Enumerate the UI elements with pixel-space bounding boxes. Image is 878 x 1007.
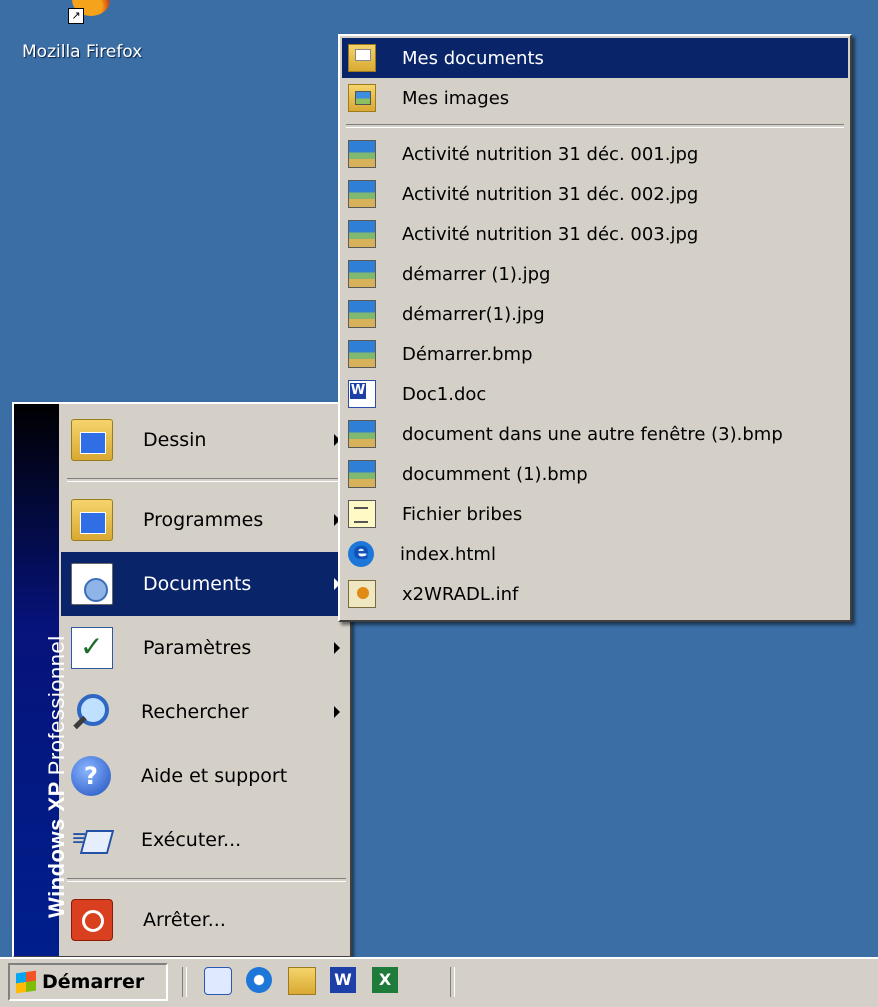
excel-icon[interactable]: X xyxy=(372,967,398,993)
menu-item-label: Rechercher xyxy=(141,701,249,723)
submenu-item-label: Doc1.doc xyxy=(402,383,487,405)
menu-item-label: Dessin xyxy=(143,429,207,451)
recent-document-item[interactable]: index.html xyxy=(342,534,848,574)
image-file-icon xyxy=(348,180,376,208)
recent-document-item[interactable]: démarrer(1).jpg xyxy=(342,294,848,334)
my-documents-icon xyxy=(348,44,376,72)
start-item-parametres[interactable]: Paramètres xyxy=(61,616,350,680)
desktop-icon-firefox[interactable]: ↗ Mozilla Firefox xyxy=(10,0,160,80)
image-file-icon xyxy=(348,300,376,328)
drawing-folder-icon xyxy=(71,419,113,461)
start-button-label: Démarrer xyxy=(42,971,145,993)
start-item-dessin[interactable]: Dessin xyxy=(61,408,350,472)
start-button[interactable]: Démarrer xyxy=(8,963,168,1001)
recent-document-item[interactable]: Démarrer.bmp xyxy=(342,334,848,374)
documents-submenu: Mes documents Mes images Activité nutrit… xyxy=(338,34,852,622)
toolbar-grip[interactable] xyxy=(182,967,187,997)
image-file-icon xyxy=(348,420,376,448)
windows-flag-icon xyxy=(16,970,36,994)
submenu-item-label: index.html xyxy=(400,543,496,565)
programs-folder-icon xyxy=(71,499,113,541)
menu-item-label: Aide et support xyxy=(141,765,288,787)
menu-separator xyxy=(346,124,844,128)
recent-document-item[interactable]: Activité nutrition 31 déc. 001.jpg xyxy=(342,134,848,174)
start-item-rechercher[interactable]: Rechercher xyxy=(61,680,350,744)
documents-icon xyxy=(71,563,113,605)
submenu-item-label: Activité nutrition 31 déc. 001.jpg xyxy=(402,143,699,165)
recent-document-item[interactable]: Activité nutrition 31 déc. 003.jpg xyxy=(342,214,848,254)
scrap-file-icon xyxy=(348,500,376,528)
recent-document-item[interactable]: démarrer (1).jpg xyxy=(342,254,848,294)
explorer-folder-icon[interactable] xyxy=(288,967,316,995)
image-file-icon xyxy=(348,460,376,488)
chevron-right-icon xyxy=(334,642,340,654)
recent-document-item[interactable]: Doc1.doc xyxy=(342,374,848,414)
submenu-item-label: Activité nutrition 31 déc. 002.jpg xyxy=(402,183,699,205)
search-icon xyxy=(71,692,111,732)
desktop-icon-label: Mozilla Firefox xyxy=(22,42,143,62)
submenu-item-label: document dans une autre fenêtre (3).bmp xyxy=(402,423,783,445)
toolbar-grip[interactable] xyxy=(450,967,455,997)
image-file-icon xyxy=(348,260,376,288)
recent-document-item[interactable]: x2WRADL.inf xyxy=(342,574,848,614)
chevron-right-icon xyxy=(334,706,340,718)
recent-document-item[interactable]: document dans une autre fenêtre (3).bmp xyxy=(342,414,848,454)
image-file-icon xyxy=(348,140,376,168)
submenu-item-label: Démarrer.bmp xyxy=(402,343,533,365)
menu-item-label: Arrêter... xyxy=(143,909,226,931)
help-icon xyxy=(71,756,111,796)
start-item-documents[interactable]: Documents xyxy=(61,552,350,616)
menu-item-label: Exécuter... xyxy=(141,829,242,851)
outlook-express-icon[interactable] xyxy=(204,967,232,995)
start-menu-banner: Windows XPProfessionnel xyxy=(14,404,69,956)
submenu-item-label: démarrer(1).jpg xyxy=(402,303,545,325)
settings-icon xyxy=(71,627,113,669)
image-file-icon xyxy=(348,220,376,248)
run-icon xyxy=(71,820,111,860)
internet-explorer-icon xyxy=(348,537,374,567)
taskbar: Démarrer W X xyxy=(0,957,878,1007)
recent-document-item[interactable]: documment (1).bmp xyxy=(342,454,848,494)
word-icon[interactable]: W xyxy=(330,967,356,993)
menu-separator xyxy=(67,478,346,482)
internet-explorer-icon[interactable] xyxy=(246,967,272,993)
submenu-item-label: démarrer (1).jpg xyxy=(402,263,551,285)
submenu-item-label: documment (1).bmp xyxy=(402,463,588,485)
recent-document-item[interactable]: Fichier bribes xyxy=(342,494,848,534)
start-item-aide[interactable]: Aide et support xyxy=(61,744,350,808)
submenu-item-label: Fichier bribes xyxy=(402,503,523,525)
word-document-icon xyxy=(348,380,376,408)
setup-info-icon xyxy=(348,580,376,608)
menu-separator xyxy=(67,878,346,882)
submenu-item-label: x2WRADL.inf xyxy=(402,583,519,605)
submenu-item-label: Mes images xyxy=(402,87,510,109)
start-item-arreter[interactable]: Arrêter... xyxy=(61,888,350,952)
submenu-item-mes-documents[interactable]: Mes documents xyxy=(342,38,848,78)
submenu-item-label: Mes documents xyxy=(402,47,544,69)
menu-item-label: Paramètres xyxy=(143,637,252,659)
shortcut-arrow-icon: ↗ xyxy=(68,8,84,24)
recent-document-item[interactable]: Activité nutrition 31 déc. 002.jpg xyxy=(342,174,848,214)
start-item-programmes[interactable]: Programmes xyxy=(61,488,350,552)
submenu-item-label: Activité nutrition 31 déc. 003.jpg xyxy=(402,223,699,245)
start-item-executer[interactable]: Exécuter... xyxy=(61,808,350,872)
menu-item-label: Documents xyxy=(143,573,252,595)
start-menu: Windows XPProfessionnel Dessin Programme… xyxy=(12,402,352,958)
image-file-icon xyxy=(348,340,376,368)
my-pictures-icon xyxy=(348,84,376,112)
submenu-item-mes-images[interactable]: Mes images xyxy=(342,78,848,118)
shutdown-icon xyxy=(71,899,113,941)
menu-item-label: Programmes xyxy=(143,509,264,531)
